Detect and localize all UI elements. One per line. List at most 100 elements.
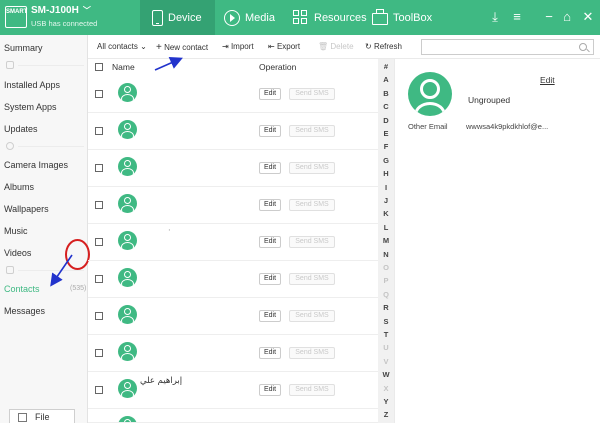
refresh-label: Refresh	[373, 42, 402, 51]
alphabet-letter[interactable]: V	[378, 357, 394, 366]
edit-button[interactable]: Edit	[259, 88, 281, 100]
alphabet-letter[interactable]: Y	[378, 397, 394, 406]
minimize-button[interactable]: −	[541, 8, 557, 26]
alphabet-letter[interactable]: Z	[378, 410, 394, 419]
alphabet-letter[interactable]: W	[378, 370, 394, 379]
sidebar-item-summary[interactable]: Summary	[4, 43, 43, 53]
contact-row[interactable]: Edit Send SMS	[88, 187, 378, 224]
tab-device[interactable]: Device	[140, 0, 215, 35]
device-selector[interactable]: SM-J100H ﹀	[31, 5, 91, 16]
sidebar-item-contacts[interactable]: Contacts	[4, 284, 40, 294]
sidebar-item-camera-images[interactable]: Camera Images	[4, 160, 68, 170]
edit-button[interactable]: Edit	[259, 384, 281, 396]
send-sms-button[interactable]: Send SMS	[289, 88, 335, 100]
sidebar-item-updates[interactable]: Updates	[4, 124, 38, 134]
contact-row[interactable]: Edit Send SMS	[88, 76, 378, 113]
send-sms-button[interactable]: Send SMS	[289, 384, 335, 396]
row-checkbox[interactable]	[95, 275, 103, 283]
detail-edit-link[interactable]: Edit	[540, 75, 555, 85]
alphabet-letter[interactable]: N	[378, 250, 394, 259]
alphabet-letter[interactable]: S	[378, 317, 394, 326]
alphabet-letter[interactable]: C	[378, 102, 394, 111]
select-all-checkbox[interactable]	[95, 63, 103, 71]
contact-row[interactable]: Edit Send SMS	[88, 335, 378, 372]
alphabet-letter[interactable]: A	[378, 75, 394, 84]
menu-icon[interactable]: ≡	[509, 8, 525, 26]
edit-button[interactable]: Edit	[259, 125, 281, 137]
alphabet-letter[interactable]: M	[378, 236, 394, 245]
row-checkbox[interactable]	[95, 164, 103, 172]
new-contact-button[interactable]: + New contact	[156, 42, 208, 53]
alphabet-letter[interactable]: D	[378, 116, 394, 125]
edit-button[interactable]: Edit	[259, 162, 281, 174]
contact-row[interactable]: Edit Send SMS	[88, 150, 378, 187]
send-sms-button[interactable]: Send SMS	[289, 310, 335, 322]
sidebar-item-albums[interactable]: Albums	[4, 182, 34, 192]
alphabet-letter[interactable]: J	[378, 196, 394, 205]
send-sms-button[interactable]: Send SMS	[289, 125, 335, 137]
sidebar-item-music[interactable]: Music	[4, 226, 28, 236]
edit-button[interactable]: Edit	[259, 199, 281, 211]
tab-toolbox[interactable]: ToolBox	[372, 0, 432, 35]
sidebar-item-messages[interactable]: Messages	[4, 306, 45, 316]
sidebar-item-wallpapers[interactable]: Wallpapers	[4, 204, 49, 214]
contacts-toolbar: All contacts ⌄ + New contact ⇥ Import ⇤ …	[88, 35, 600, 59]
row-checkbox[interactable]	[95, 201, 103, 209]
alphabet-letter[interactable]: T	[378, 330, 394, 339]
refresh-button[interactable]: ↻ Refresh	[365, 42, 402, 51]
send-sms-button[interactable]: Send SMS	[289, 236, 335, 248]
edit-button[interactable]: Edit	[259, 273, 281, 285]
send-sms-button[interactable]: Send SMS	[289, 273, 335, 285]
alphabet-letter[interactable]: P	[378, 276, 394, 285]
contact-row[interactable]: Edit Send SMS	[88, 261, 378, 298]
alphabet-letter[interactable]: K	[378, 209, 394, 218]
file-button[interactable]: File	[9, 409, 75, 423]
alphabet-letter[interactable]: L	[378, 223, 394, 232]
edit-button[interactable]: Edit	[259, 236, 281, 248]
sidebar-item-installed-apps[interactable]: Installed Apps	[4, 80, 60, 90]
row-checkbox[interactable]	[95, 312, 103, 320]
contact-row[interactable]: Edit Send SMS	[88, 298, 378, 335]
edit-button[interactable]: Edit	[259, 347, 281, 359]
send-sms-button[interactable]: Send SMS	[289, 162, 335, 174]
row-checkbox[interactable]	[95, 238, 103, 246]
close-button[interactable]: ✕	[580, 8, 596, 26]
media-icon	[224, 9, 240, 26]
contact-row[interactable]: Edit Send SMS	[88, 113, 378, 150]
row-checkbox[interactable]	[95, 386, 103, 394]
contact-row[interactable]	[88, 409, 378, 423]
edit-button[interactable]: Edit	[259, 310, 281, 322]
contact-row[interactable]: · Edit Send SMS	[88, 224, 378, 261]
tab-media[interactable]: Media	[224, 0, 275, 35]
alphabet-letter[interactable]: #	[378, 62, 394, 71]
alphabet-letter[interactable]: Q	[378, 290, 394, 299]
export-button[interactable]: ⇤ Export	[268, 42, 300, 51]
sidebar-item-videos[interactable]: Videos	[4, 248, 31, 258]
download-icon[interactable]: ⤓	[487, 8, 503, 26]
all-contacts-dropdown[interactable]: All contacts ⌄	[97, 42, 147, 51]
alphabet-letter[interactable]: B	[378, 89, 394, 98]
alphabet-letter[interactable]: F	[378, 142, 394, 151]
alphabet-letter[interactable]: H	[378, 169, 394, 178]
home-icon[interactable]: ⌂	[559, 8, 575, 26]
tab-resources[interactable]: Resources	[293, 0, 367, 35]
row-checkbox[interactable]	[95, 90, 103, 98]
row-checkbox[interactable]	[95, 349, 103, 357]
delete-button[interactable]: 🗑 Delete	[318, 42, 354, 51]
send-sms-button[interactable]: Send SMS	[289, 199, 335, 211]
alphabet-letter[interactable]: G	[378, 156, 394, 165]
alphabet-letter[interactable]: E	[378, 129, 394, 138]
alphabet-letter[interactable]: R	[378, 303, 394, 312]
all-contacts-label: All contacts	[97, 42, 138, 51]
alphabet-letter[interactable]: X	[378, 384, 394, 393]
send-sms-button[interactable]: Send SMS	[289, 347, 335, 359]
import-button[interactable]: ⇥ Import	[222, 42, 254, 51]
sidebar-item-system-apps[interactable]: System Apps	[4, 102, 57, 112]
search-input[interactable]	[421, 39, 594, 55]
apps-section-icon	[6, 61, 14, 69]
row-checkbox[interactable]	[95, 127, 103, 135]
contact-row[interactable]: إبراهيم علي Edit Send SMS	[88, 372, 378, 409]
alphabet-letter[interactable]: O	[378, 263, 394, 272]
alphabet-letter[interactable]: U	[378, 343, 394, 352]
alphabet-letter[interactable]: I	[378, 183, 394, 192]
